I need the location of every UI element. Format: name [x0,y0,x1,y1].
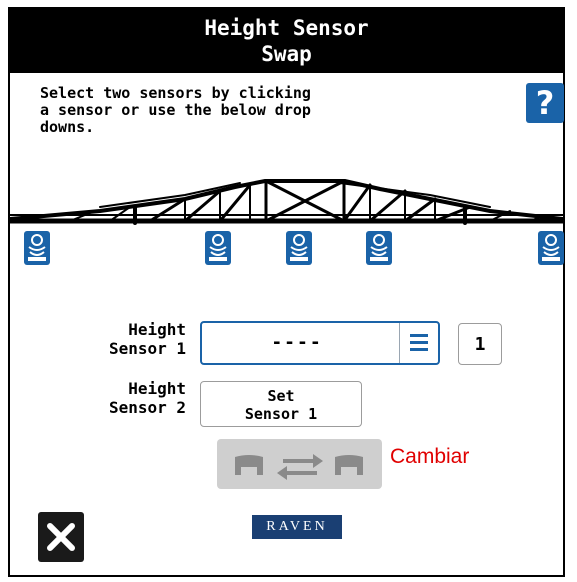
height-sensor-icon [290,234,308,261]
height-sensor-icon [542,234,560,261]
sensor-swap-dialog: Height Sensor Swap Select two sensors by… [8,7,565,577]
height-sensor-2[interactable] [205,231,231,265]
height-sensor-3[interactable] [286,231,312,265]
close-button[interactable] [38,512,84,562]
height-sensor-icon [28,234,46,261]
set-sensor1-button[interactable]: Set Sensor 1 [200,381,362,427]
close-icon [47,523,75,551]
height-sensor-4[interactable] [366,231,392,265]
height-sensor-1[interactable] [24,231,50,265]
sensor1-dropdown[interactable]: ---- [200,321,440,365]
sensor2-label: Height Sensor 2 [108,379,186,417]
sensor1-label: Height Sensor 1 [108,320,186,358]
menu-icon[interactable] [399,323,438,363]
swap-annotation: Cambiar [390,445,470,468]
instructions-text: Select two sensors by clicking a sensor … [40,84,311,136]
title-line1: Height Sensor [204,16,369,40]
swap-arrows-icon [235,454,363,480]
height-sensor-5[interactable] [538,231,564,265]
title-line2: Swap [261,42,312,66]
sensor1-dropdown-value: ---- [271,332,323,353]
raven-logo: RAVEN [252,515,342,539]
swap-button[interactable] [217,439,382,489]
height-sensor-icon [209,234,227,261]
title-bar: Height Sensor Swap [10,9,563,73]
help-button[interactable]: ? [526,83,564,123]
sensor1-number-field[interactable]: 1 [458,323,502,365]
height-sensor-icon [370,234,388,261]
help-icon: ? [535,84,555,122]
